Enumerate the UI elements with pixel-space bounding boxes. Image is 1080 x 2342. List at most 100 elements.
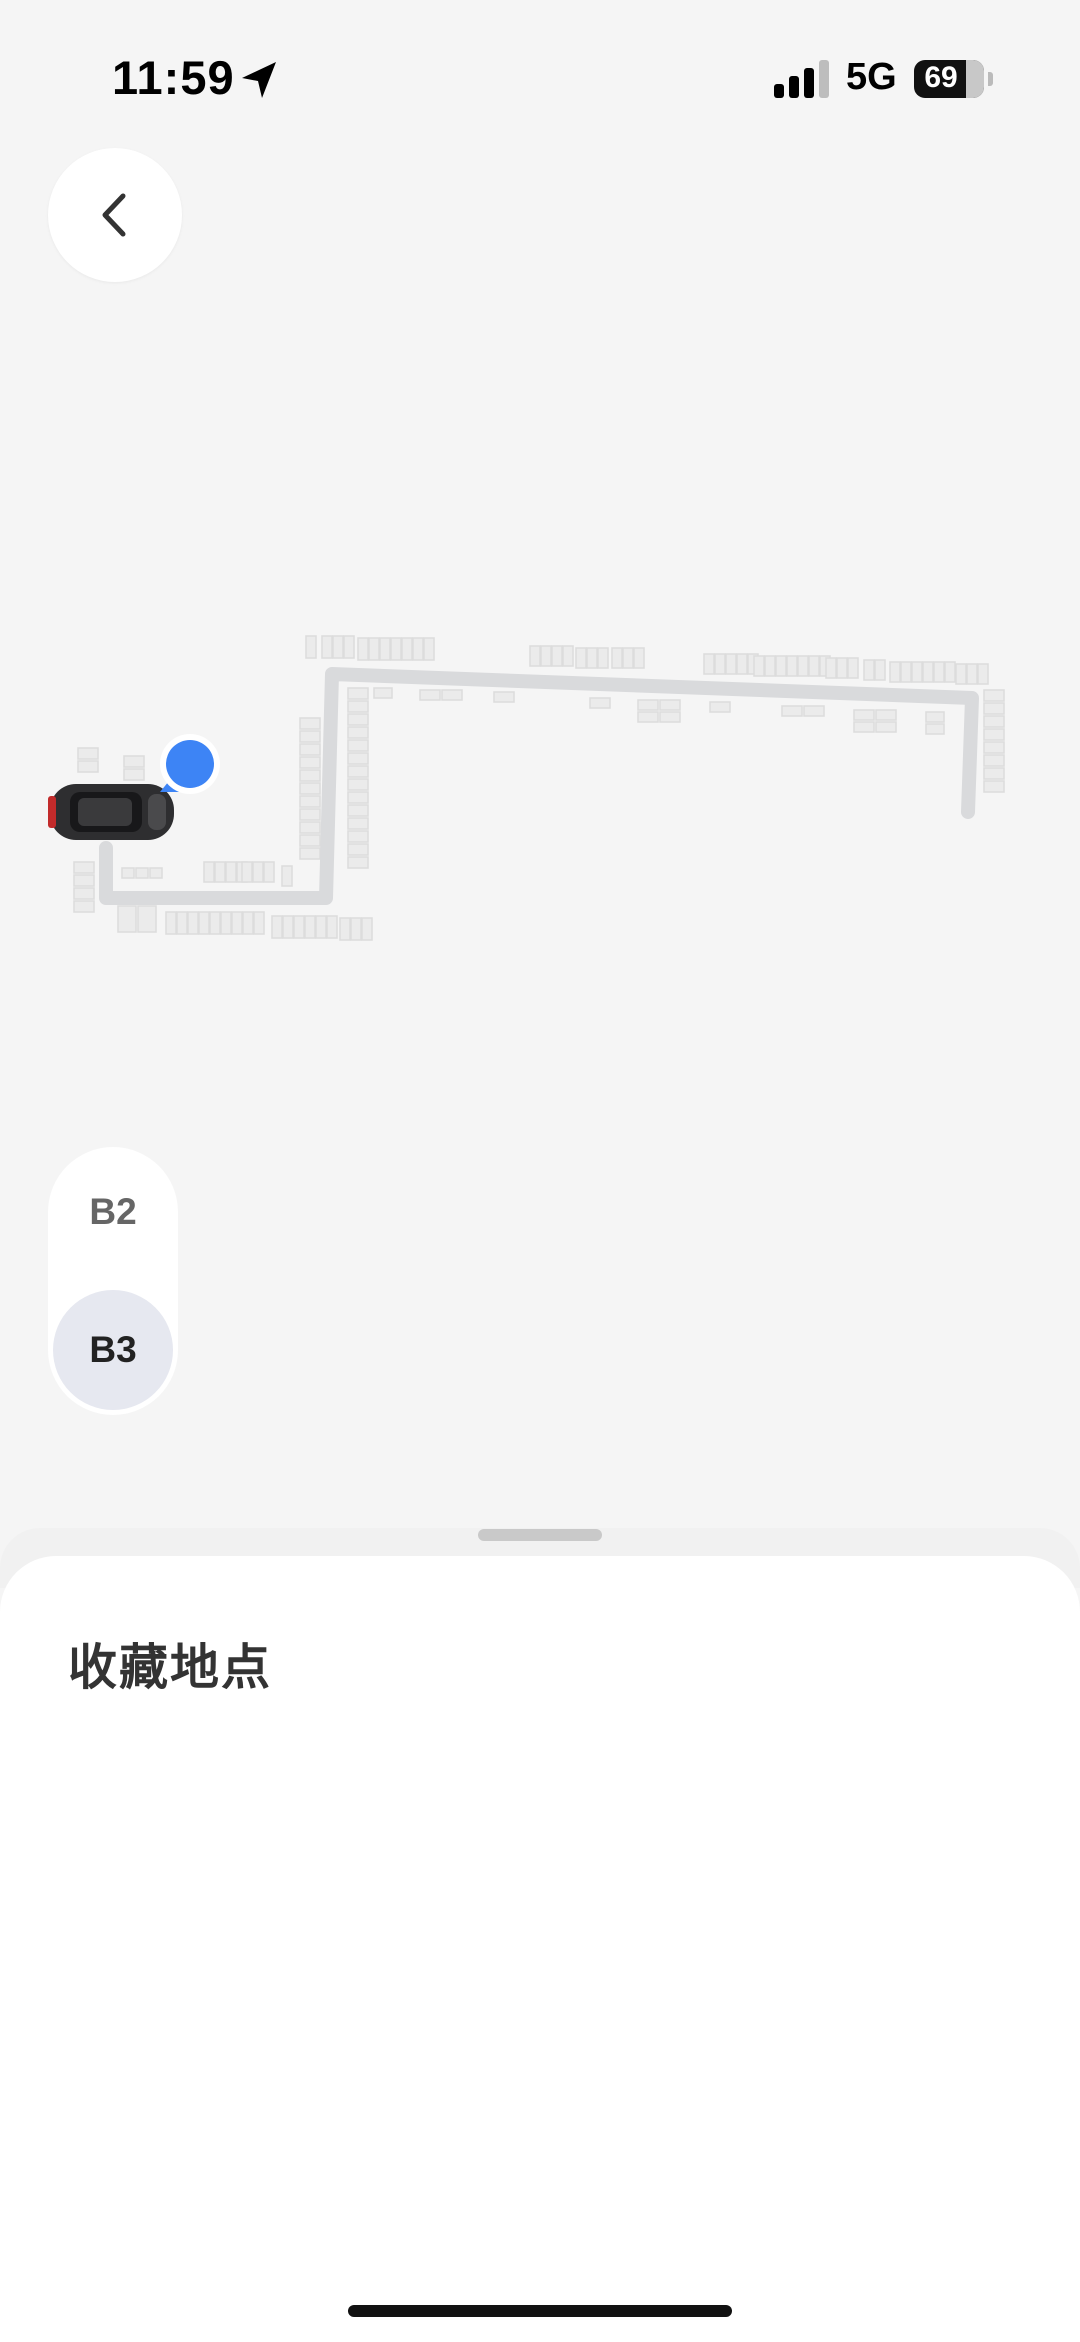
parking-slot xyxy=(562,645,574,667)
parking-slot xyxy=(117,905,137,933)
parking-slot xyxy=(73,887,95,900)
parking-slot xyxy=(775,655,787,677)
home-indicator[interactable] xyxy=(348,2305,732,2317)
floor-switcher: B2 B3 xyxy=(48,1147,178,1415)
parking-slot xyxy=(253,911,265,935)
parking-slot xyxy=(165,911,177,935)
parking-slot xyxy=(123,755,145,768)
parking-slot xyxy=(637,699,659,711)
parking-slot xyxy=(889,661,901,683)
parking-slot xyxy=(983,780,1005,793)
parking-slot xyxy=(725,653,737,675)
battery-icon: 69 xyxy=(914,60,984,98)
navigation-arrow-icon xyxy=(242,62,276,98)
parking-slot xyxy=(347,778,369,791)
cellular-signal-icon xyxy=(774,60,829,98)
parking-slot xyxy=(659,711,681,723)
car-icon xyxy=(48,784,174,840)
parking-slot xyxy=(299,743,321,756)
parking-slot xyxy=(214,861,226,883)
parking-slot xyxy=(753,655,765,677)
sheet-drag-handle[interactable] xyxy=(478,1529,602,1541)
parking-slot xyxy=(77,747,99,760)
parking-slot xyxy=(709,701,731,713)
parking-slot xyxy=(955,663,967,685)
parking-slot xyxy=(575,647,587,669)
parking-slot xyxy=(983,741,1005,754)
parking-slot xyxy=(137,905,157,933)
parking-slot xyxy=(299,717,321,730)
battery-cap xyxy=(988,72,993,86)
parking-slot xyxy=(347,856,369,869)
parking-slot xyxy=(347,752,369,765)
parking-slot xyxy=(401,637,413,661)
parking-slot xyxy=(983,689,1005,702)
parking-slot xyxy=(347,765,369,778)
parking-slot xyxy=(736,653,748,675)
parking-slot xyxy=(73,861,95,874)
parking-slot xyxy=(551,645,563,667)
parking-slot xyxy=(225,861,237,883)
floor-b3-button[interactable]: B3 xyxy=(53,1290,173,1410)
parking-slot xyxy=(933,661,945,683)
parking-slot xyxy=(586,647,598,669)
parking-slot xyxy=(836,657,848,679)
parking-slot xyxy=(703,653,715,675)
sheet-title: 收藏地点 xyxy=(68,1641,273,1695)
parking-slot xyxy=(242,911,254,935)
parking-slot xyxy=(357,637,369,661)
parking-slot xyxy=(77,760,99,773)
parking-slot xyxy=(983,728,1005,741)
back-button[interactable] xyxy=(48,148,182,282)
parking-slot xyxy=(304,915,316,939)
parking-slot xyxy=(983,754,1005,767)
parking-slot xyxy=(149,867,163,879)
parking-slot xyxy=(977,663,989,685)
parking-slot xyxy=(176,911,188,935)
parking-slot xyxy=(373,687,393,699)
parking-slot xyxy=(983,715,1005,728)
parking-slot xyxy=(441,689,463,701)
parking-slot xyxy=(347,713,369,726)
parking-slot xyxy=(797,655,809,677)
parking-slot xyxy=(209,911,221,935)
parking-slot xyxy=(419,689,441,701)
parking-slot xyxy=(597,647,609,669)
parking-slot xyxy=(332,635,344,659)
parking-slot xyxy=(347,804,369,817)
parking-slot xyxy=(321,635,333,659)
parking-slot xyxy=(423,637,435,661)
parking-slot xyxy=(299,847,321,860)
parking-slot xyxy=(271,915,283,939)
parking-slot xyxy=(825,657,837,679)
parking-slot xyxy=(847,657,859,679)
parking-slot xyxy=(347,739,369,752)
battery-level: 69 xyxy=(924,61,958,94)
chevron-left-icon xyxy=(102,193,126,237)
parking-slot xyxy=(252,861,264,883)
parking-slot xyxy=(299,808,321,821)
parking-slot xyxy=(203,861,215,883)
parking-slot xyxy=(326,915,338,939)
parking-slot xyxy=(293,915,305,939)
parking-slot xyxy=(853,709,875,721)
parking-slot xyxy=(622,647,634,669)
floor-b2-button[interactable]: B2 xyxy=(53,1152,173,1272)
parking-slot xyxy=(263,861,275,883)
battery-empty-portion xyxy=(966,60,984,98)
parking-slot xyxy=(983,767,1005,780)
parking-slot xyxy=(874,659,886,681)
location-dot-icon xyxy=(160,734,220,794)
parking-slot xyxy=(922,661,934,683)
parking-slot xyxy=(589,697,611,709)
parking-slot xyxy=(241,861,253,883)
parking-slot xyxy=(853,721,875,733)
parking-slot xyxy=(231,911,243,935)
parking-slot xyxy=(282,915,294,939)
parking-slot xyxy=(714,653,726,675)
parking-slot xyxy=(299,795,321,808)
parking-slot xyxy=(123,768,145,781)
parking-slot xyxy=(361,917,373,941)
parking-slot xyxy=(347,700,369,713)
parking-slot xyxy=(350,917,362,941)
